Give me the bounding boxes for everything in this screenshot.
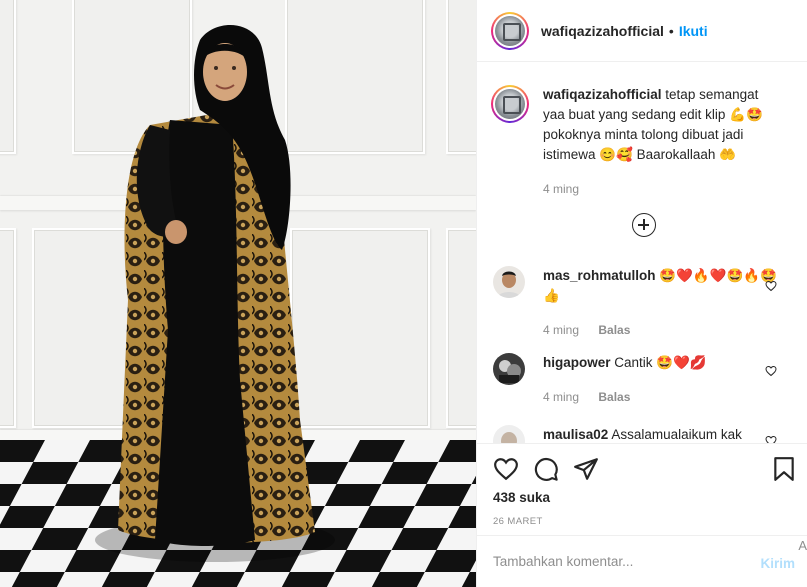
comment-text: Assalamualaikum kak [611,427,742,442]
post-date[interactable]: 26 MARET [493,516,543,527]
bookmark-icon[interactable] [771,456,797,482]
heart-icon[interactable] [765,435,777,443]
post-comment-button[interactable]: Kirim [760,556,795,571]
comments-list[interactable]: wafiqazizahofficial tetap semangat yaa b… [477,63,807,443]
commenter-avatar[interactable] [493,425,525,443]
caption-username[interactable]: wafiqazizahofficial [543,87,662,102]
heart-icon[interactable] [765,280,777,292]
overlay-glyph: A [798,538,807,553]
avatar-image [495,89,525,119]
commenter-avatar[interactable] [493,266,525,298]
post-header: wafiqazizahofficial • Ikuti [477,0,807,62]
person-figure [95,25,335,562]
add-comment-bar: Kirim A [477,535,807,587]
likes-count[interactable]: 438 suka [493,490,550,505]
comment-text: Cantik 🤩❤️💋 [614,355,707,370]
comment-input[interactable] [493,554,743,569]
heart-icon[interactable] [765,365,777,377]
commenter-avatar[interactable] [493,353,525,385]
avatar-image [493,266,525,298]
post-photo[interactable] [0,0,476,587]
reply-button[interactable]: Balas [598,390,630,404]
comment-item: maulisa02 Assalamualaikum kak [493,425,803,443]
header-separator: • [668,22,674,39]
comment-username[interactable]: mas_rohmatulloh [543,268,656,283]
comment-item: mas_rohmatulloh 🤩❤️🔥❤️🤩🔥🤩👍 4 ming Balas [493,266,803,340]
comment-time[interactable]: 4 ming [543,323,579,337]
follow-button[interactable]: Ikuti [679,23,708,39]
comment-meta: 4 ming Balas [543,387,783,407]
post-details-pane: wafiqazizahofficial • Ikuti wafiqazizaho… [477,0,807,587]
caption-meta: 4 ming [543,179,783,199]
caption-time[interactable]: 4 ming [543,182,579,196]
comment-username[interactable]: maulisa02 [543,427,608,442]
author-avatar[interactable] [491,11,529,50]
plus-circle-icon[interactable] [632,213,656,237]
caption-author-avatar[interactable] [491,85,529,123]
comment-item: higapower Cantik 🤩❤️💋 4 ming Balas [493,353,803,407]
heart-icon[interactable] [493,456,519,482]
comment-icon[interactable] [533,456,559,482]
comment-time[interactable]: 4 ming [543,390,579,404]
comment-username[interactable]: higapower [543,355,611,370]
avatar-image [493,353,525,385]
avatar-image [495,15,525,46]
avatar-image [493,425,525,443]
post-caption: wafiqazizahofficial tetap semangat yaa b… [491,85,801,199]
author-username[interactable]: wafiqazizahofficial [541,23,664,39]
reply-button[interactable]: Balas [598,323,630,337]
comment-meta: 4 ming Balas [543,320,783,340]
post-actions: 438 suka 26 MARET [477,443,807,543]
share-icon[interactable] [573,456,599,482]
